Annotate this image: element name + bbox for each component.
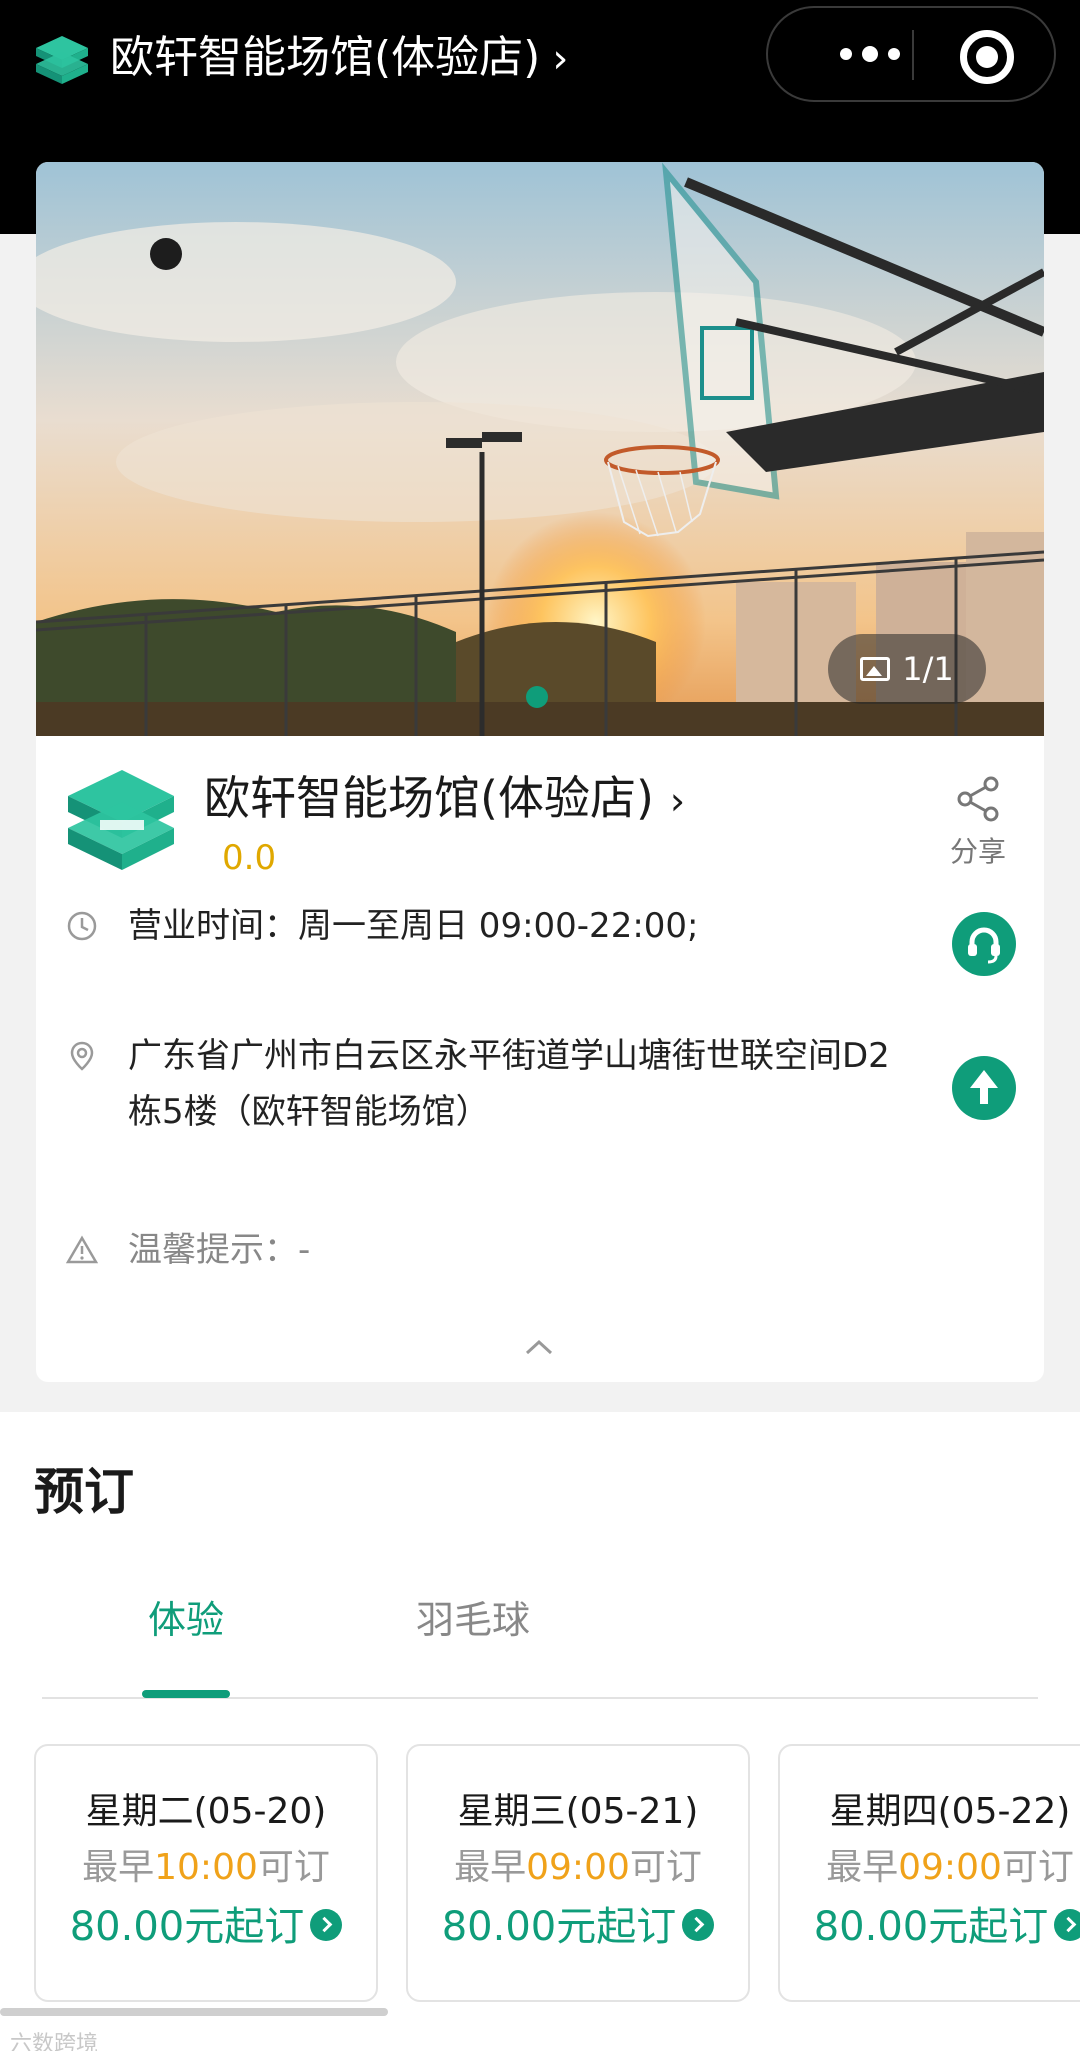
day-card[interactable]: 星期三(05-21) 最早09:00可订 80.00元起订 <box>406 1744 750 2002</box>
venue-logo-icon <box>68 770 174 870</box>
image-counter[interactable]: 1/1 <box>828 634 986 704</box>
booking-heading: 预订 <box>34 1463 134 1521</box>
earliest-time: 09:00 <box>898 1847 1002 1888</box>
day-price: 80.00元起订 <box>36 1894 376 1952</box>
earliest-prefix: 最早 <box>454 1847 527 1888</box>
chevron-right-icon: › <box>552 36 569 82</box>
location-pin-icon <box>70 1041 94 1071</box>
tab-badminton[interactable]: 羽毛球 <box>416 1592 530 1648</box>
capsule-divider <box>912 30 914 80</box>
watermark: 六数跨境 <box>10 2032 99 2051</box>
earliest-suffix: 可订 <box>1001 1847 1074 1888</box>
chevron-right-circle-icon <box>682 1909 715 1941</box>
chevron-right-circle-icon <box>310 1909 343 1941</box>
share-icon <box>957 776 999 822</box>
more-dots-icon <box>862 46 878 62</box>
tip-text: 温馨提示：- <box>128 1230 311 1270</box>
header-title[interactable]: 欧轩智能场馆(体验店) › <box>110 26 568 91</box>
venue-card: 1/1 欧轩智能场馆(体验店) › 0.0 分享 营业时间：周一至周日 09:00… <box>36 162 1044 1382</box>
more-dots-icon <box>888 48 900 60</box>
earliest-prefix: 最早 <box>82 1847 155 1888</box>
navigate-arrow-icon <box>970 1070 998 1104</box>
headset-icon <box>968 927 1000 964</box>
share-button[interactable]: 分享 <box>936 774 1020 870</box>
hero-image-carousel[interactable]: 1/1 <box>36 162 1044 736</box>
day-date: 星期四(05-22) <box>829 1791 1071 1832</box>
address-text: 广东省广州市白云区永平街道学山塘街世联空间D2栋5楼（欧轩智能场馆） <box>128 1036 890 1132</box>
navigation-button[interactable] <box>952 1056 1016 1120</box>
day-card[interactable]: 星期四(05-22) 最早09:00可订 80.00元起订 <box>778 1744 1080 2002</box>
carousel-dot <box>526 686 548 708</box>
tab-experience[interactable]: 体验 <box>148 1592 224 1648</box>
business-hours-text: 营业时间：周一至周日 09:00-22:00; <box>128 906 699 946</box>
earliest-available: 最早09:00可订 <box>780 1838 1080 1890</box>
business-hours-row: 营业时间：周一至周日 09:00-22:00; <box>66 898 966 958</box>
day-price: 80.00元起订 <box>780 1894 1080 1952</box>
price-text: 80.00元起订 <box>813 1904 1049 1950</box>
image-counter-text: 1/1 <box>902 650 954 688</box>
venue-name: 欧轩智能场馆(体验店) <box>204 771 654 825</box>
active-tab-indicator <box>142 1690 230 1698</box>
header-title-text: 欧轩智能场馆(体验店) <box>110 32 541 83</box>
warning-icon <box>66 1235 98 1264</box>
earliest-available: 最早09:00可订 <box>408 1838 748 1890</box>
close-target-button[interactable] <box>960 30 1014 84</box>
tip-row: 温馨提示：- <box>66 1222 966 1282</box>
earliest-suffix: 可订 <box>257 1847 330 1888</box>
customer-service-button[interactable] <box>952 912 1016 976</box>
venue-logo-icon <box>36 36 88 84</box>
price-text: 80.00元起订 <box>441 1904 677 1950</box>
more-dots-icon <box>840 48 852 60</box>
day-price: 80.00元起订 <box>408 1894 748 1952</box>
earliest-time: 09:00 <box>526 1847 630 1888</box>
earliest-time: 10:00 <box>154 1847 258 1888</box>
chevron-right-icon: › <box>669 779 686 823</box>
chevron-right-circle-icon <box>1054 1909 1080 1941</box>
day-date: 星期二(05-20) <box>85 1791 327 1832</box>
address-row: 广东省广州市白云区永平街道学山塘街世联空间D2栋5楼（欧轩智能场馆） <box>66 1028 966 1148</box>
horizontal-scrollbar[interactable] <box>0 2008 388 2016</box>
earliest-available: 最早10:00可订 <box>36 1838 376 1890</box>
clock-icon <box>67 911 97 941</box>
chevron-up-icon[interactable] <box>524 1338 554 1356</box>
day-date: 星期三(05-21) <box>457 1791 699 1832</box>
earliest-suffix: 可订 <box>629 1847 702 1888</box>
mini-program-capsule <box>766 6 1056 102</box>
day-card[interactable]: 星期二(05-20) 最早10:00可订 80.00元起订 <box>34 1744 378 2002</box>
earliest-prefix: 最早 <box>826 1847 899 1888</box>
share-label: 分享 <box>949 835 1006 868</box>
venue-rating: 0.0 <box>222 838 277 878</box>
booking-section: 预订 体验 羽毛球 星期二(05-20) 最早10:00可订 80.00元起订 … <box>0 1412 1080 2051</box>
venue-name-link[interactable]: 欧轩智能场馆(体验店) › <box>204 766 685 833</box>
price-text: 80.00元起订 <box>69 1904 305 1950</box>
image-icon <box>860 657 891 681</box>
